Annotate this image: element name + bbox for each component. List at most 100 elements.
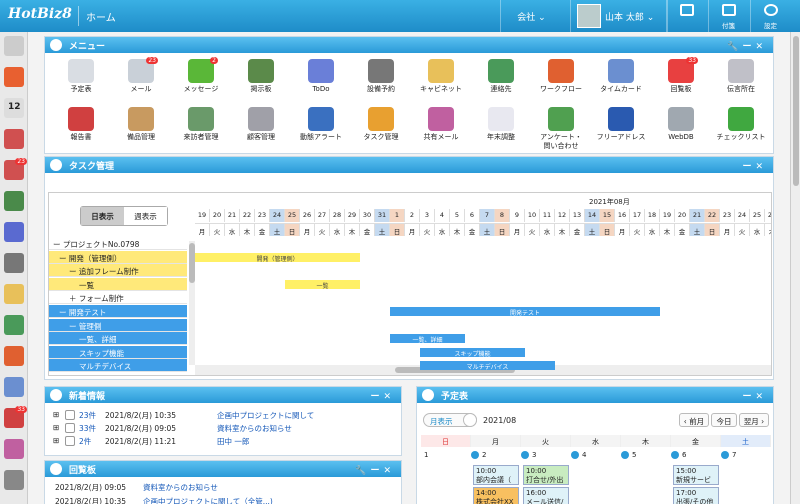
menu-item-workflow[interactable]: ワークフロー xyxy=(533,59,589,94)
circular-link[interactable]: 企画中プロジェクトに関して（全管...) xyxy=(143,496,273,504)
workflow-icon[interactable] xyxy=(4,346,24,366)
month-view-toggle[interactable]: 月表示 xyxy=(423,413,477,427)
panel-controls[interactable]: 🔧ー✕ xyxy=(727,39,767,52)
task-tree-row[interactable]: ＋ フォーム制作 xyxy=(49,291,187,305)
expand-icon[interactable]: ⊞ xyxy=(53,436,59,445)
calendar-event[interactable]: 10:00 打合せ/外出 xyxy=(523,465,569,485)
sticky-button[interactable]: 付箋 xyxy=(708,0,748,32)
task-tree-row[interactable]: 一覧、詳細 xyxy=(49,332,187,346)
news-row[interactable]: ⊞ 23件 2021/8/2(月) 10:35 企画中プロジェクトに関して xyxy=(53,409,393,422)
home-icon[interactable] xyxy=(4,67,24,87)
menu-item-tax[interactable]: 年末調整 xyxy=(473,107,529,142)
task-tree-row[interactable]: ー 開発（管理側） xyxy=(49,250,187,264)
menu-item-chair[interactable]: フリーアドレス xyxy=(593,107,649,142)
add-event-icon[interactable] xyxy=(521,451,529,459)
calendar-event[interactable]: 14:00 株式会社XX xyxy=(473,487,519,504)
task-tree-row[interactable]: ー 管理側 xyxy=(49,318,187,332)
menu-item-board[interactable]: 掲示板 xyxy=(233,59,289,94)
page-scrollbar[interactable] xyxy=(790,32,800,504)
menu-item-alert[interactable]: 動態アラート xyxy=(293,107,349,142)
scroll-thumb[interactable] xyxy=(793,36,799,186)
todo-icon[interactable] xyxy=(4,222,24,242)
task-tree-row[interactable]: ー プロジェクトNo.0798 xyxy=(49,237,187,250)
task-tree-row[interactable]: ー 追加フレーム制作 xyxy=(49,264,187,278)
add-event-icon[interactable] xyxy=(621,451,629,459)
week-view-button[interactable]: 週表示 xyxy=(124,207,167,225)
company-dropdown[interactable]: 会社 ⌄ xyxy=(500,0,562,32)
menu-item-equipment[interactable]: 設備予約 xyxy=(353,59,409,94)
calendar-event[interactable]: 15:00 新規サービ xyxy=(673,465,719,485)
menu-item-task[interactable]: タスク管理 xyxy=(353,107,409,142)
gantt-bar[interactable]: マルチデバイス xyxy=(420,361,555,371)
menu-item-shared-mail[interactable]: 共有メール xyxy=(413,107,469,142)
calendar-date[interactable]: 2 xyxy=(482,451,486,459)
add-event-icon[interactable] xyxy=(721,451,729,459)
task-tree-row[interactable]: 一覧 xyxy=(49,277,187,291)
panel-controls[interactable]: ー✕ xyxy=(742,159,767,172)
app-logo[interactable]: HotBiz8 xyxy=(8,6,72,22)
menu-item-checklist[interactable]: チェックリスト xyxy=(713,107,769,142)
news-count[interactable]: 33件 xyxy=(79,423,96,434)
menu-item-calendar[interactable]: 予定表 xyxy=(53,59,109,94)
prev-month-button[interactable]: ‹ 前月 xyxy=(679,413,709,427)
day-view-button[interactable]: 日表示 xyxy=(81,207,124,225)
news-count[interactable]: 23件 xyxy=(79,410,96,421)
circular-link[interactable]: 資料室からのお知らせ xyxy=(143,482,218,493)
gantt-bar[interactable]: 一覧、詳細 xyxy=(390,334,465,344)
menu-item-note[interactable]: 伝言所在 xyxy=(713,59,769,94)
news-title-link[interactable]: 資料室からのお知らせ xyxy=(217,423,292,434)
panel-controls[interactable]: 🔧ー✕ xyxy=(355,463,395,476)
contacts-icon[interactable] xyxy=(4,315,24,335)
calendar-event[interactable]: 10:00 部内会議（ xyxy=(473,465,519,485)
user-menu[interactable]: 山本 太郎 ⌄ xyxy=(570,0,668,32)
mail-icon[interactable]: 23 xyxy=(4,158,27,180)
add-event-icon[interactable] xyxy=(571,451,579,459)
gantt-bar[interactable]: 開発（管理側） xyxy=(195,252,360,263)
menu-item-message[interactable]: 2 メッセージ xyxy=(173,57,229,94)
print-button[interactable] xyxy=(666,0,706,32)
equipment-icon[interactable] xyxy=(4,253,24,273)
calendar-date[interactable]: 7 xyxy=(732,451,736,459)
calendar-event[interactable]: 16:00 メール送信/ xyxy=(523,487,569,504)
report-icon[interactable]: 33 xyxy=(4,406,27,428)
panel-controls[interactable]: ー✕ xyxy=(370,389,395,402)
menu-item-todo[interactable]: ToDo xyxy=(293,59,349,94)
cabinet-icon[interactable] xyxy=(4,284,24,304)
menu-item-report[interactable]: 報告書 xyxy=(53,107,109,142)
calendar-date[interactable]: 1 xyxy=(424,451,428,459)
menu-item-customer[interactable]: 顧客管理 xyxy=(233,107,289,142)
circular-row[interactable]: 2021/8/2(月) 10:35 企画中プロジェクトに関して（全管...) xyxy=(53,495,393,504)
board-icon[interactable] xyxy=(4,191,24,211)
calendar-date[interactable]: 5 xyxy=(632,451,636,459)
gantt-bar[interactable]: スキップ機能 xyxy=(420,347,525,358)
menu-item-timecard[interactable]: タイムカード xyxy=(593,59,649,94)
mail-icon[interactable] xyxy=(4,129,24,149)
add-event-icon[interactable] xyxy=(471,451,479,459)
menu-item-contacts[interactable]: 連絡先 xyxy=(473,59,529,94)
news-row[interactable]: ⊞ 33件 2021/8/2(月) 09:05 資料室からのお知らせ xyxy=(53,422,393,435)
next-month-button[interactable]: 翌月 › xyxy=(739,413,769,427)
mail-icon[interactable] xyxy=(4,439,24,459)
calendar-icon[interactable]: 12 xyxy=(4,98,24,118)
circular-row[interactable]: 2021/8/2(月) 09:05 資料室からのお知らせ xyxy=(53,481,393,494)
menu-item-box[interactable]: 備品管理 xyxy=(113,107,169,142)
menu-item-survey[interactable]: アンケート・ 問い合わせ xyxy=(533,107,589,151)
gantt-bar[interactable]: 一覧 xyxy=(285,279,360,290)
expand-icon[interactable]: ⊞ xyxy=(53,410,59,419)
news-row[interactable]: ⊞ 2件 2021/8/2(月) 11:21 田中 一郎 xyxy=(53,435,393,448)
expand-icon[interactable]: ⊞ xyxy=(53,423,59,432)
task-tree-row[interactable]: スキップ機能 xyxy=(49,345,187,359)
scroll-thumb[interactable] xyxy=(189,243,195,283)
calendar-event[interactable]: 17:00 出張/その他 xyxy=(673,487,719,504)
pen-icon[interactable] xyxy=(4,470,24,490)
news-title-link[interactable]: 企画中プロジェクトに関して xyxy=(217,410,314,421)
menu-icon[interactable] xyxy=(4,36,24,56)
today-button[interactable]: 今日 xyxy=(711,413,737,427)
news-count[interactable]: 2件 xyxy=(79,436,91,447)
menu-item-mail[interactable]: 23 メール xyxy=(113,57,169,94)
news-title-link[interactable]: 田中 一郎 xyxy=(217,436,249,447)
task-tree-row[interactable]: マルチデバイス xyxy=(49,359,187,373)
timecard-icon[interactable] xyxy=(4,377,24,397)
panel-controls[interactable]: ー✕ xyxy=(742,389,767,402)
calendar-date[interactable]: 6 xyxy=(682,451,686,459)
